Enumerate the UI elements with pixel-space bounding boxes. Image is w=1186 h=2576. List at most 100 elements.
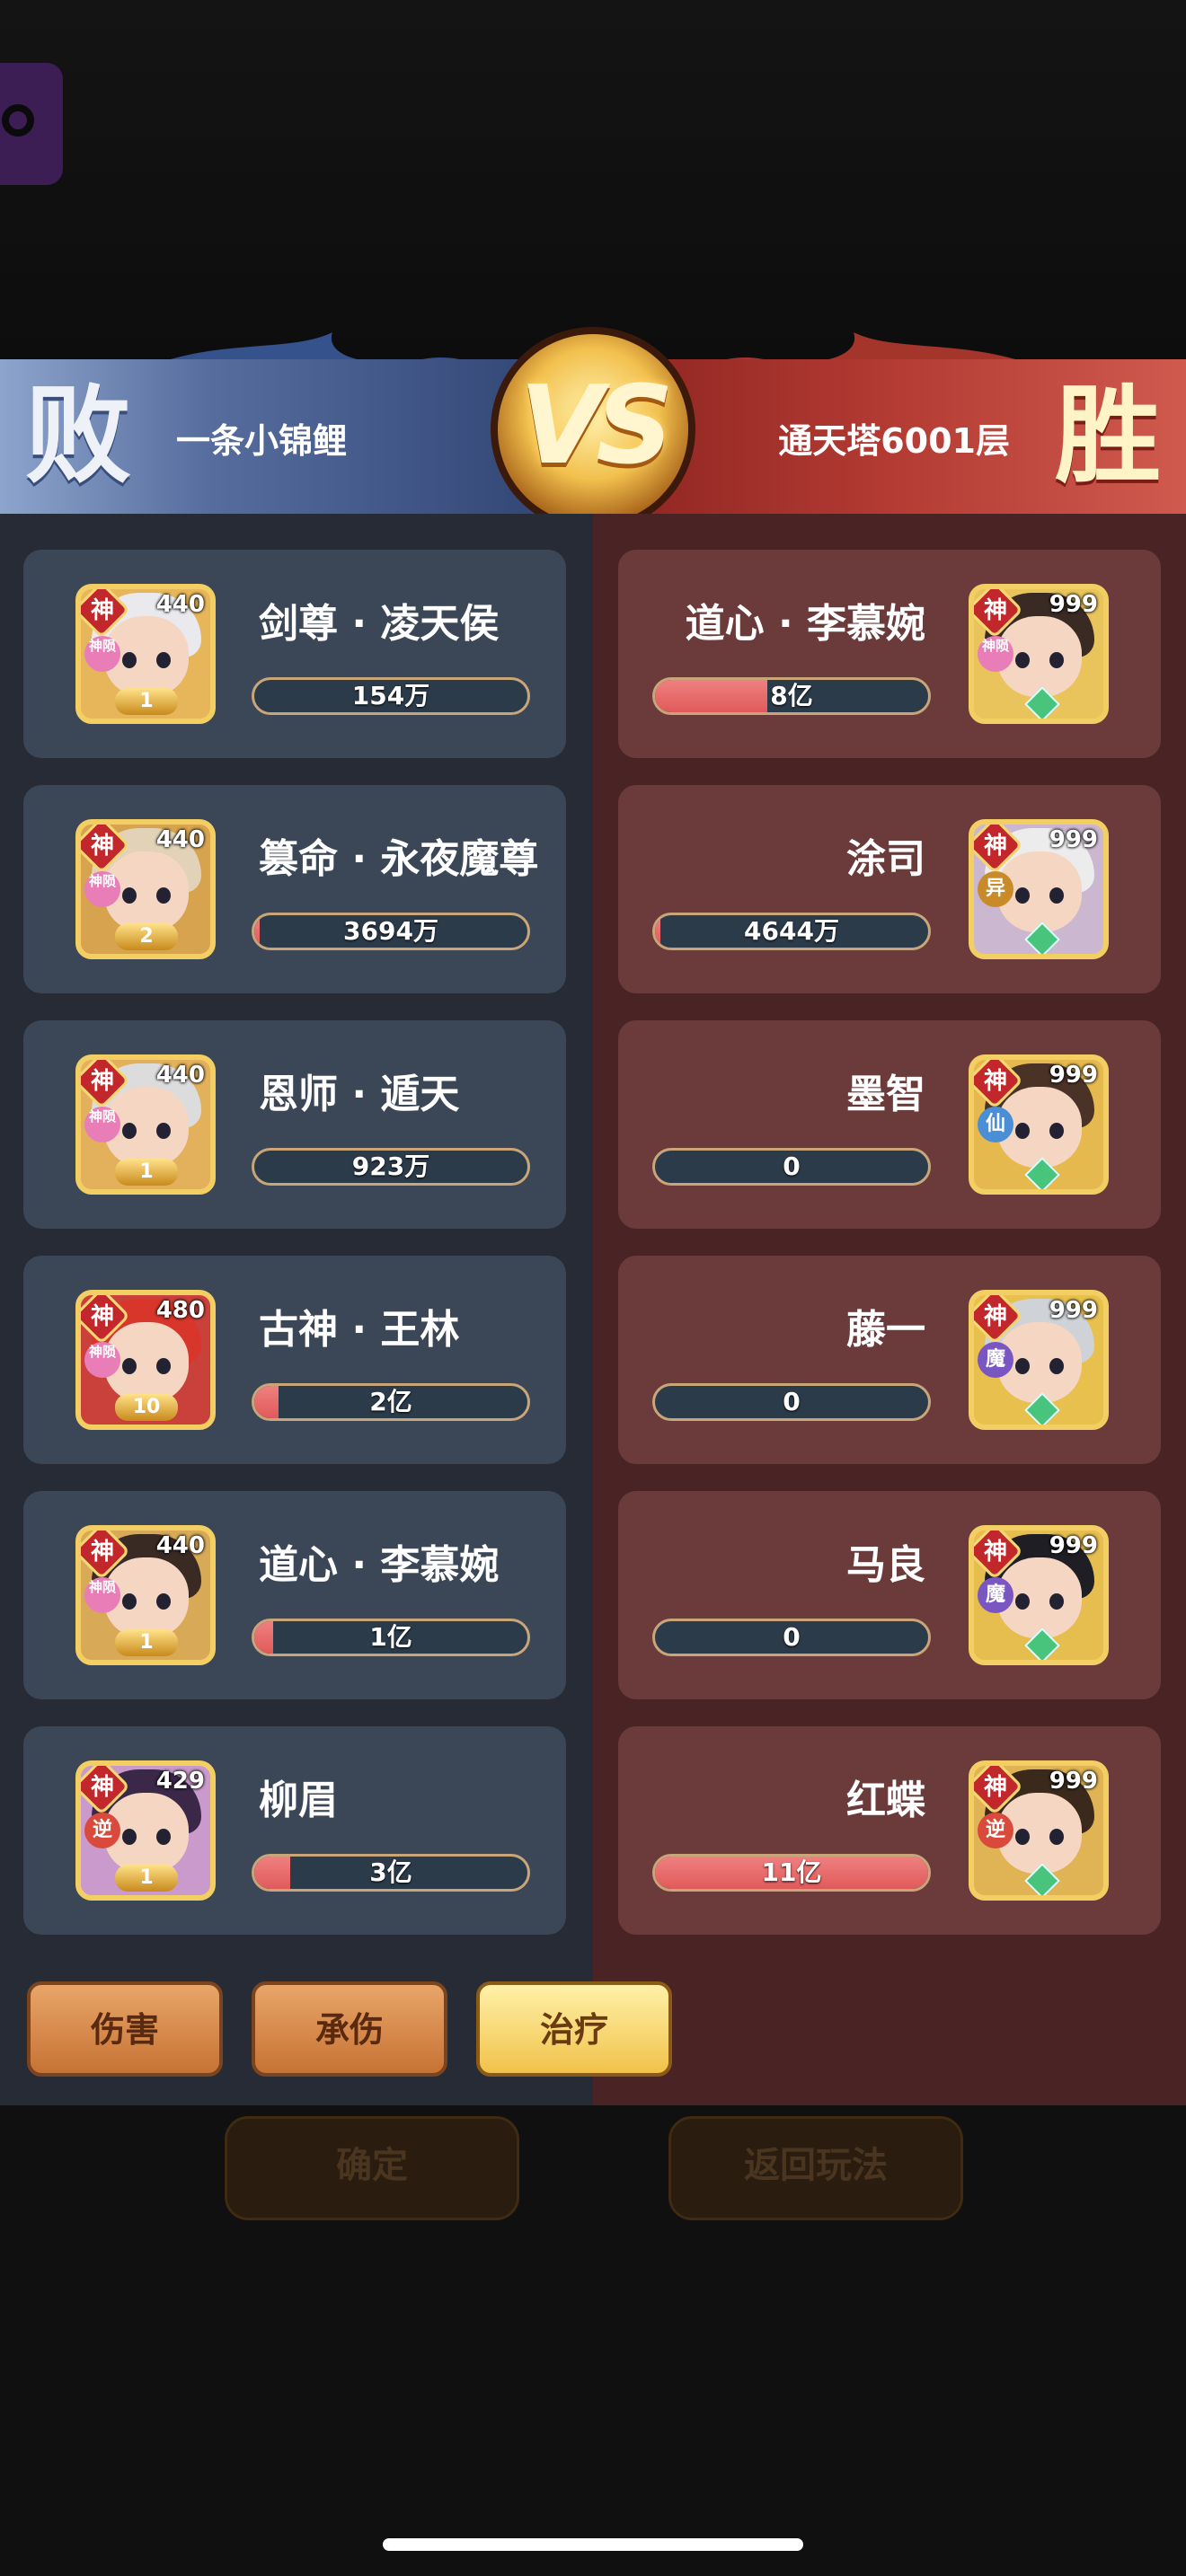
tab-damage[interactable]: 伤害 [27,1981,223,2077]
damage-value: 0 [783,1151,801,1181]
faction-badge: 神陨 [84,1107,120,1142]
damage-value: 3694万 [343,916,438,946]
damage-value: 0 [783,1387,801,1416]
damage-bar: 0 [652,1148,931,1186]
side-menu-tab[interactable] [0,63,63,185]
star-rank: 1 [115,1865,178,1892]
damage-bar: 4644万 [652,913,931,950]
damage-bar: 923万 [252,1148,530,1186]
hero-eye [1049,1593,1064,1610]
vs-text: VS [519,364,673,489]
hero-eye [156,1123,171,1139]
rank-badge-text: 神 [983,1539,1007,1566]
hero-name: 剑尊 · 凌天侯 [259,601,500,647]
rank-badge-text: 神 [90,597,114,624]
faction-badge: 仙 [978,1107,1013,1142]
damage-value: 8亿 [770,681,813,710]
hero-level: 999 [1049,591,1098,618]
faction-badge: 魔 [978,1342,1013,1378]
star-rank: 2 [115,923,178,950]
hero-level: 440 [155,1532,205,1559]
damage-bar: 1亿 [252,1619,530,1656]
star-rank: 1 [115,1159,178,1186]
hero-name: 红蝶 [846,1778,925,1823]
hero-card[interactable]: 神 440 神陨 1 剑尊 · 凌天侯 154万 [23,550,566,758]
damage-value: 4644万 [744,916,839,946]
damage-bar: 0 [652,1383,931,1421]
hero-eye [1015,1123,1030,1139]
right-hero-portrait: 神 999 逆 [969,1760,1109,1901]
menu-icon [2,104,34,137]
tab-damage-taken[interactable]: 承伤 [252,1981,447,2077]
hero-eye [1015,652,1030,668]
hero-level: 999 [1049,1532,1098,1559]
hero-eye [122,1358,137,1374]
right-hero-portrait: 神 999 魔 [969,1525,1109,1665]
hero-card[interactable]: 神 999 异 涂司 4644万 [618,785,1161,993]
damage-value: 154万 [351,681,430,710]
right-hero-portrait: 神 999 神陨 [969,584,1109,724]
right-hero-portrait: 神 999 仙 [969,1054,1109,1195]
faction-badge: 神陨 [978,636,1013,672]
hero-card[interactable]: 神 440 神陨 2 篡命 · 永夜魔尊 3694万 [23,785,566,993]
left-team-panel: 神 440 神陨 1 剑尊 · 凌天侯 154万神 440 神陨 2 篡命 · 永夜魔尊 3694万… [0,514,593,2105]
rank-badge-text: 神 [983,1774,1007,1801]
hero-level: 999 [1049,826,1098,853]
hero-card[interactable]: 神 999 仙 墨智 0 [618,1020,1161,1229]
damage-value: 2亿 [369,1387,412,1416]
hero-name: 篡命 · 永夜魔尊 [259,836,539,882]
hero-eye [156,652,171,668]
rank-badge-text: 神 [90,1303,114,1330]
hero-card[interactable]: 神 480 神陨 10 古神 · 王林 2亿 [23,1256,566,1464]
hero-card[interactable]: 神 999 神陨 道心 · 李慕婉 8亿 [618,550,1161,758]
left-hero-portrait: 神 480 神陨 10 [75,1290,216,1430]
damage-value: 923万 [351,1151,430,1181]
hero-eye [156,887,171,904]
hero-eye [1015,1829,1030,1845]
left-hero-portrait: 神 440 神陨 1 [75,1525,216,1665]
rank-badge-text: 神 [983,1303,1007,1330]
hero-eye [156,1593,171,1610]
damage-value: 0 [783,1622,801,1652]
hero-level: 429 [155,1768,205,1795]
hero-eye [1049,652,1064,668]
hero-level: 440 [155,826,205,853]
hero-card[interactable]: 神 999 魔 藤一 0 [618,1256,1161,1464]
right-hero-portrait: 神 999 异 [969,819,1109,959]
hero-eye [122,887,137,904]
faction-badge: 神陨 [84,636,120,672]
hero-level: 999 [1049,1768,1098,1795]
hero-eye [1049,1829,1064,1845]
defeat-label: 败 [25,373,132,498]
damage-value: 1亿 [369,1622,412,1652]
hero-name: 柳眉 [259,1778,338,1823]
hero-name: 马良 [846,1542,925,1588]
confirm-button[interactable]: 确定 [225,2116,519,2220]
damage-bar: 0 [652,1619,931,1656]
damage-bar: 154万 [252,677,530,715]
hero-card[interactable]: 神 999 逆 红蝶 11亿 [618,1726,1161,1935]
right-team-panel: 神 999 神陨 道心 · 李慕婉 8亿神 999 异涂司 4644万神 999 仙墨智 0 神 999… [593,514,1186,2105]
rank-badge-text: 神 [90,1539,114,1566]
tab-healing[interactable]: 治疗 [476,1981,672,2077]
hero-card[interactable]: 神 999 魔 马良 0 [618,1491,1161,1699]
damage-bar: 2亿 [252,1383,530,1421]
hero-eye [122,652,137,668]
back-to-mode-button[interactable]: 返回玩法 [668,2116,963,2220]
hero-card[interactable]: 神 440 神陨 1 道心 · 李慕婉 1亿 [23,1491,566,1699]
hero-eye [122,1123,137,1139]
hero-name: 道心 · 李慕婉 [259,1542,500,1588]
left-hero-portrait: 神 440 神陨 1 [75,584,216,724]
rank-badge-text: 神 [90,1068,114,1095]
hero-card[interactable]: 神 440 神陨 1 恩师 · 遁天 923万 [23,1020,566,1229]
rank-badge-text: 神 [90,1774,114,1801]
faction-badge: 异 [978,871,1013,907]
damage-bar: 3亿 [252,1854,530,1892]
hero-level: 440 [155,1062,205,1089]
star-rank: 1 [115,1629,178,1656]
rank-badge-text: 神 [983,833,1007,860]
star-rank: 1 [115,688,178,715]
hero-eye [156,1829,171,1845]
hero-card[interactable]: 神 429 逆 1 柳眉 3亿 [23,1726,566,1935]
damage-bar: 8亿 [652,677,931,715]
